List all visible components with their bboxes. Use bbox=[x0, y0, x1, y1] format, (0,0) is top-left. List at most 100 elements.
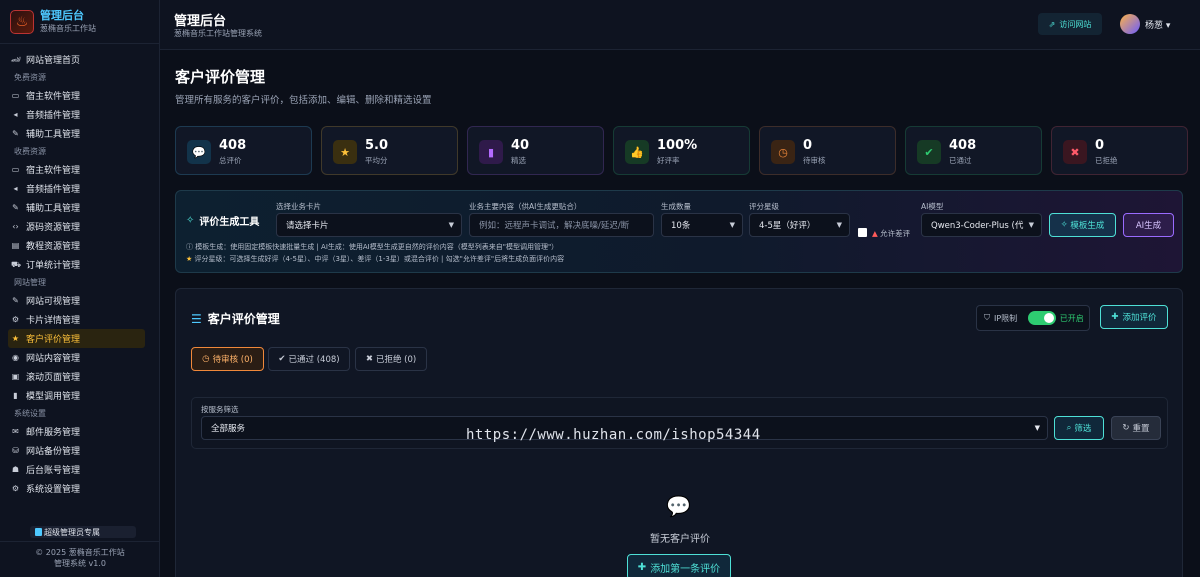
user-menu[interactable]: 杨葱 ▾ bbox=[1145, 18, 1170, 31]
content-input[interactable]: 例如：远程声卡调试，解决底噪/延迟/断 bbox=[469, 213, 654, 237]
stat-label: 好评率 bbox=[657, 156, 680, 165]
rating-label: 评分星级 bbox=[749, 202, 779, 211]
filter-label: 按服务筛选 bbox=[201, 405, 239, 414]
stat-label: 平均分 bbox=[365, 156, 388, 165]
allow-negative-text: 允许差评 bbox=[880, 229, 911, 238]
avatar[interactable] bbox=[1120, 14, 1140, 34]
nav-icon: ▭ bbox=[11, 91, 20, 100]
sidebar-item[interactable]: ▭ 宿主软件管理 bbox=[0, 86, 159, 105]
generator-note-2: ★ 评分星级：可选择生成好评（4-5星）、中评（3星）、差评（1-3星）或混合评… bbox=[186, 254, 564, 264]
content-label: 业务主要内容（供AI生成更贴合） bbox=[469, 202, 582, 211]
tab-rejected[interactable]: ✖ 已拒绝 (0) bbox=[355, 347, 427, 371]
topbar-title: 管理后台 bbox=[174, 14, 227, 29]
filter-button[interactable]: ⌕ 筛选 bbox=[1054, 416, 1104, 440]
sidebar-item-label: 源码资源管理 bbox=[26, 223, 81, 233]
sidebar-item[interactable]: ⛁ 网站备份管理 bbox=[0, 441, 159, 460]
add-review-button[interactable]: ✚ 添加评价 bbox=[1100, 305, 1168, 329]
topbar-subtitle: 葱椭音乐工作站管理系统 bbox=[174, 29, 262, 38]
visit-site-button[interactable]: ⇗ 访问网站 bbox=[1038, 13, 1102, 35]
magic-wand-icon: ✧ bbox=[1060, 220, 1068, 230]
check-circle-icon: ✔ bbox=[917, 140, 941, 164]
warning-icon: ▲ bbox=[872, 229, 878, 238]
tab-pending[interactable]: ◷ 待审核 (0) bbox=[191, 347, 264, 371]
sidebar-item-label: 辅助工具管理 bbox=[26, 204, 81, 214]
sidebar-item[interactable]: ◂ 音频插件管理 bbox=[0, 105, 159, 124]
sidebar-item[interactable]: ✉ 邮件服务管理 bbox=[0, 422, 159, 441]
topbar: 管理后台 葱椭音乐工作站管理系统 ⇗ 访问网站 杨葱 ▾ bbox=[160, 0, 1200, 50]
sidebar-item[interactable]: ⚙ 系统设置管理 bbox=[0, 479, 159, 498]
sidebar-item[interactable]: ✎ 辅助工具管理 bbox=[0, 198, 159, 217]
model-label: AI模型 bbox=[921, 202, 944, 211]
nav-icon: ▭ bbox=[11, 165, 20, 174]
sidebar-item[interactable]: ☗ 后台账号管理 bbox=[0, 460, 159, 479]
model-select[interactable]: Qwen3-Coder-Plus (代 ▼ bbox=[921, 213, 1042, 237]
sidebar-item[interactable]: ▤ 教程资源管理 bbox=[0, 236, 159, 255]
ip-limit-state: 已开启 bbox=[1059, 313, 1084, 323]
rating-select[interactable]: 4-5星（好评） ▼ bbox=[749, 213, 850, 237]
sidebar-item[interactable]: ▣ 滚动页面管理 bbox=[0, 367, 159, 386]
review-generator: ✧ 评价生成工具 选择业务卡片 请选择卡片 ▼ 业务主要内容（供AI生成更贴合） 例… bbox=[175, 190, 1183, 273]
sidebar-item[interactable]: ⛟ 订单统计管理 bbox=[0, 255, 159, 274]
chevron-down-icon: ▼ bbox=[836, 221, 842, 229]
add-first-review-button[interactable]: ✚ 添加第一条评价 bbox=[627, 554, 731, 577]
nav-icon: ◉ bbox=[12, 353, 19, 362]
sidebar-item[interactable]: ▮ 模型调用管理 bbox=[0, 386, 159, 405]
sidebar-item-label: 网站备份管理 bbox=[26, 447, 81, 457]
card-select[interactable]: 请选择卡片 ▼ bbox=[276, 213, 462, 237]
info-icon: ⓘ bbox=[186, 243, 193, 251]
sidebar-item-label: 教程资源管理 bbox=[26, 242, 81, 252]
main-content: 客户评价管理 管理所有服务的客户评价，包括添加、编辑、删除和精选设置 💬 408 总… bbox=[160, 50, 1200, 577]
star-icon: ★ bbox=[186, 255, 193, 263]
count-select[interactable]: 10条 ▼ bbox=[661, 213, 743, 237]
sidebar-item[interactable]: ‹› 源码资源管理 bbox=[0, 217, 159, 236]
stat-label: 待审核 bbox=[803, 156, 826, 165]
tab-rejected-label: 已拒绝 (0) bbox=[375, 355, 417, 365]
allow-negative-checkbox[interactable] bbox=[858, 228, 867, 237]
template-generate-button[interactable]: ✧ 模板生成 bbox=[1049, 213, 1116, 237]
sidebar-item[interactable]: ★ 客户评价管理 bbox=[8, 329, 145, 348]
sidebar-footer: © 2025 葱椭音乐工作站 管理系统 v1.0 bbox=[0, 541, 160, 569]
allow-negative-label: ▲ 允许差评 bbox=[872, 228, 910, 239]
sidebar-item[interactable]: 🏎 网站管理首页 bbox=[0, 50, 159, 69]
tab-approved[interactable]: ✔ 已通过 (408) bbox=[268, 347, 350, 371]
stat-label: 总评价 bbox=[219, 156, 242, 165]
version: 管理系统 v1.0 bbox=[54, 558, 106, 568]
visit-site-label: 访问网站 bbox=[1059, 19, 1092, 29]
x-circle-icon: ✖ bbox=[365, 354, 373, 364]
ai-generate-button[interactable]: AI生成 bbox=[1123, 213, 1174, 237]
sidebar-item-label: 网站内容管理 bbox=[26, 354, 81, 364]
sidebar-item[interactable]: ✎ 网站可视管理 bbox=[0, 291, 159, 310]
sidebar-item[interactable]: ✎ 辅助工具管理 bbox=[0, 124, 159, 143]
sidebar-item-label: 辅助工具管理 bbox=[26, 130, 81, 140]
chevron-down-icon: ▼ bbox=[729, 221, 735, 229]
reviews-title: ☰ 客户评价管理 bbox=[191, 310, 280, 327]
ip-limit-control: ⛉ IP限制 已开启 bbox=[976, 305, 1090, 331]
sidebar-item[interactable]: ◉ 网站内容管理 bbox=[0, 348, 159, 367]
stats-row: 💬 408 总评价 ★ 5.0 平均分 ▮ 40 精选 👍 100% 好评率 ◷ 0 待审核 ✔ 408 已通过 ✖… bbox=[175, 126, 1188, 175]
sidebar-item[interactable]: ◂ 音频插件管理 bbox=[0, 179, 159, 198]
sidebar-item-label: 音频插件管理 bbox=[26, 185, 81, 195]
nav-icon: ‹› bbox=[12, 222, 19, 231]
generator-note-1: ⓘ 模板生成：使用固定模板快速批量生成 | AI生成：使用AI模型生成更自然的评… bbox=[186, 242, 558, 252]
sidebar-item-label: 音频插件管理 bbox=[26, 111, 81, 121]
nav-icon: 🏎 bbox=[11, 55, 22, 64]
nav-icon: ✎ bbox=[12, 203, 19, 212]
reviews-title-label: 客户评价管理 bbox=[207, 312, 280, 326]
nav-icon: ⛟ bbox=[11, 259, 22, 269]
sidebar-item-label: 卡片详情管理 bbox=[26, 316, 81, 326]
reset-button[interactable]: ↻ 重置 bbox=[1111, 416, 1161, 440]
ip-limit-toggle[interactable] bbox=[1027, 311, 1056, 325]
sidebar-item[interactable]: ▭ 宿主软件管理 bbox=[0, 160, 159, 179]
comments-icon: 💬 bbox=[666, 494, 691, 518]
nav-icon: ▮ bbox=[13, 391, 18, 400]
page-description: 管理所有服务的客户评价，包括添加、编辑、删除和精选设置 bbox=[175, 95, 432, 106]
stat-label: 已通过 bbox=[949, 156, 972, 165]
sidebar-section-label: 系统设置 bbox=[14, 409, 46, 418]
template-generate-label: 模板生成 bbox=[1070, 221, 1105, 231]
sidebar-item[interactable]: ⚙ 卡片详情管理 bbox=[0, 310, 159, 329]
sidebar-item-label: 网站管理首页 bbox=[26, 56, 81, 66]
stat-value: 100% bbox=[657, 138, 698, 153]
count-select-value: 10条 bbox=[671, 221, 691, 231]
chevron-down-icon: ▼ bbox=[1034, 424, 1040, 432]
flame-icon: ♨ bbox=[10, 9, 34, 34]
